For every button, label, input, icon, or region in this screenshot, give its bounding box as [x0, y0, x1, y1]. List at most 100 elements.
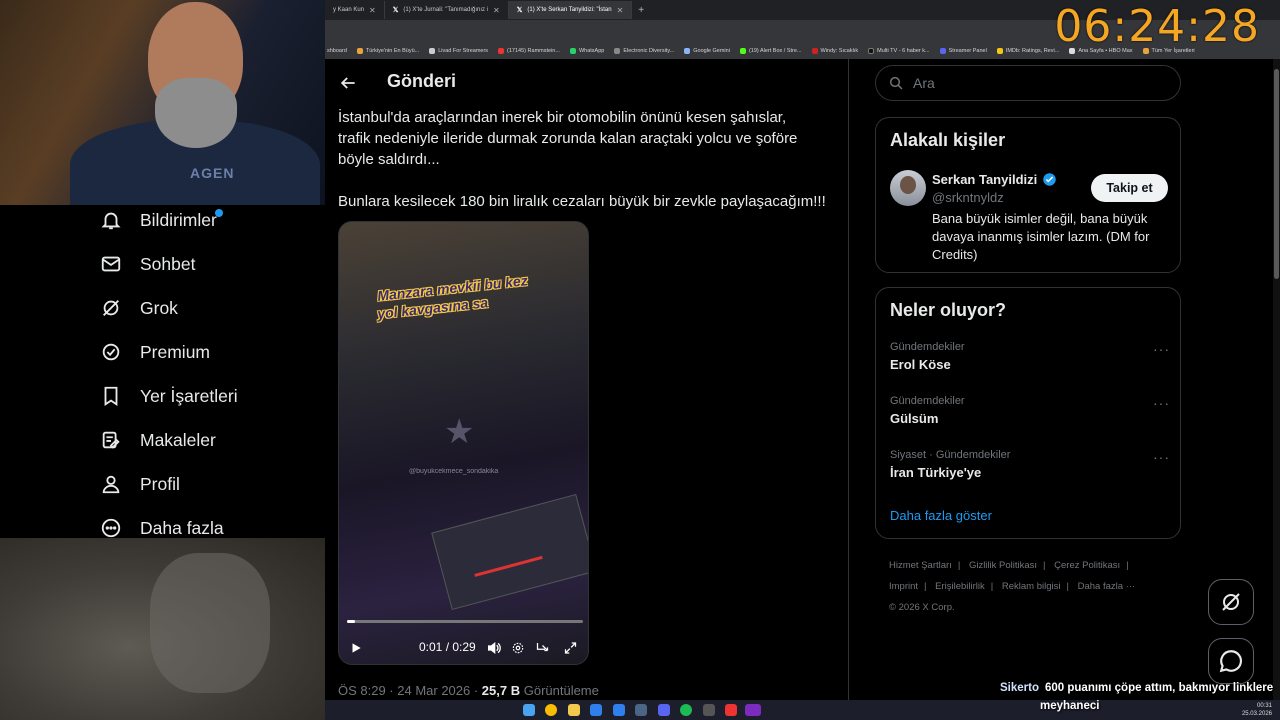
more-options-icon[interactable]: ···: [1153, 341, 1170, 357]
follow-button[interactable]: Takip et: [1091, 174, 1168, 202]
footer-link[interactable]: Gizlilik Politikası: [969, 560, 1037, 571]
bookmark-label: WhatsApp: [578, 47, 605, 54]
nav-item-grok[interactable]: Grok: [100, 293, 178, 323]
discord-icon[interactable]: [658, 704, 670, 716]
close-tab-icon[interactable]: ✕: [617, 6, 624, 15]
footer-link[interactable]: Imprint: [889, 581, 918, 592]
taskbar-date: 25.03.2026: [1241, 711, 1272, 717]
bookmark[interactable]: Windy: Sıcaklık: [811, 47, 858, 54]
bookmark[interactable]: IMDb: Ratings, Revi...: [996, 47, 1059, 54]
bookmark-label: shboard: [327, 47, 347, 54]
volume-icon[interactable]: [486, 638, 502, 658]
secondary-webcam-overlay: [0, 538, 325, 720]
messages-fab-button[interactable]: [1208, 638, 1254, 684]
bookmark-label: Electronic Diversity...: [623, 47, 675, 54]
browser-tab-active[interactable]: 𝕏 (1) X'te Serkan Tanyildizi: "İstan ✕: [508, 1, 633, 19]
more-options-icon[interactable]: ···: [1153, 395, 1170, 411]
post-text-line: İstanbul'da araçlarından inerek bir otom…: [338, 109, 787, 126]
app-icon[interactable]: [725, 704, 737, 716]
bookmark[interactable]: Türkiye'nin En Büyü...: [356, 47, 419, 54]
play-icon[interactable]: [349, 638, 363, 658]
nav-item-chat[interactable]: Sohbet: [100, 249, 195, 279]
chat-text: 600 puanımı çöpe attım, bakmıyor linkler…: [1045, 682, 1274, 694]
avatar[interactable]: [890, 170, 926, 206]
video-progress-bar[interactable]: [347, 620, 583, 623]
webcam-shirt-text: AGEN: [190, 165, 235, 181]
app-icon[interactable]: [590, 704, 602, 716]
show-more-link[interactable]: Daha fazla göster: [890, 508, 992, 523]
app-icon[interactable]: [613, 704, 625, 716]
footer-link[interactable]: Daha fazla ···: [1078, 581, 1136, 592]
footer-link[interactable]: Erişilebilirlik: [935, 581, 985, 592]
profile-icon: [102, 475, 120, 494]
page-scrollbar[interactable]: [1273, 59, 1280, 720]
trend-item[interactable]: Gündemdekiler Gülsüm ···: [890, 395, 1170, 426]
footer-link[interactable]: Çerez Politikası: [1054, 560, 1120, 571]
verified-badge-icon: [1043, 173, 1056, 186]
nav-item-articles[interactable]: Makaleler: [100, 425, 216, 455]
post-text-line: trafik nedeniyle ileride durmak zorunda …: [338, 130, 798, 147]
post-timestamp[interactable]: ÖS 8:29 · 24 Mar 2026 ·: [338, 683, 482, 698]
bookmark[interactable]: Electronic Diversity...: [614, 47, 675, 54]
user-name[interactable]: Serkan Tanyildizi: [932, 172, 1037, 187]
chat-username: Sikerto: [1000, 682, 1039, 694]
bookmark[interactable]: (19) Alert Box / Stre...: [739, 47, 802, 54]
nav-item-profile[interactable]: Profil: [100, 469, 180, 499]
bookmark[interactable]: shboard: [327, 48, 347, 54]
post-column: Gönderi İstanbul'da araçlarından inerek …: [325, 59, 849, 720]
nav-item-notifications[interactable]: Bildirimler: [100, 205, 223, 235]
nav-label: Yer İşaretleri: [140, 385, 238, 406]
close-tab-icon[interactable]: ✕: [369, 6, 376, 15]
folder-icon[interactable]: [568, 704, 580, 716]
stream-chat-line: meyhaneci: [1040, 700, 1100, 712]
stream-clock: 06:24:28: [1054, 1, 1260, 52]
video-player[interactable]: Manzara mevkii bu kez yol kavgasına sa ★…: [338, 221, 589, 665]
user-handle: @srkntnyldz: [932, 190, 1004, 205]
browser-tab[interactable]: y Kaan Kun ✕: [325, 1, 385, 19]
user-bio: Bana büyük isimler değil, bana büyük dav…: [932, 211, 1150, 262]
more-options-icon[interactable]: ···: [1153, 449, 1170, 465]
spotify-icon[interactable]: [680, 704, 692, 716]
footer-separator: |: [924, 581, 927, 592]
more-icon: [101, 518, 121, 538]
settings-gear-icon[interactable]: [511, 638, 525, 658]
webcam-blanket: [150, 553, 270, 693]
nav-item-premium[interactable]: Premium: [100, 337, 210, 367]
bookmark[interactable]: Streamer Panel: [939, 47, 987, 54]
mail-icon: [101, 256, 121, 272]
trend-topic: Erol Köse: [890, 357, 951, 372]
trend-category: Gündemdekiler: [890, 341, 965, 353]
bookmark[interactable]: (17145) Rammstein...: [498, 47, 560, 54]
new-tab-button[interactable]: +: [632, 5, 650, 16]
app-icon[interactable]: [635, 704, 647, 716]
webcam-person-beard: [155, 78, 237, 148]
scrollbar-thumb[interactable]: [1274, 69, 1279, 279]
back-arrow-icon[interactable]: [338, 73, 358, 93]
chat-bubble-icon: [1219, 650, 1243, 673]
trend-item[interactable]: Siyaset · Gündemdekiler İran Türkiye'ye …: [890, 449, 1170, 480]
chrome-icon[interactable]: [545, 704, 557, 716]
post-header: Gönderi: [325, 59, 848, 107]
nav-item-bookmarks[interactable]: Yer İşaretleri: [100, 381, 238, 411]
windows-start-icon[interactable]: [523, 704, 535, 716]
bookmark[interactable]: Multi TV - 6 haber k...: [868, 47, 930, 54]
taskbar-clock[interactable]: 00:31 25.03.2026: [1242, 702, 1272, 718]
steam-icon[interactable]: [703, 704, 715, 716]
trend-item[interactable]: Gündemdekiler Erol Köse ···: [890, 341, 1170, 372]
bookmark[interactable]: Google Gemini: [684, 47, 730, 54]
page-title: Gönderi: [387, 71, 457, 91]
browser-tab[interactable]: 𝕏 (1) X'te Jurnali: "Tanımadığınız i ✕: [385, 1, 509, 19]
bookmark[interactable]: Livad For Streamers: [429, 47, 488, 54]
close-tab-icon[interactable]: ✕: [493, 6, 500, 15]
footer-link[interactable]: Reklam bilgisi: [1002, 581, 1061, 592]
footer-link[interactable]: Hizmet Şartları: [889, 560, 952, 571]
post-text-line: Bunlara kesilecek 180 bin liralık cezala…: [338, 193, 826, 210]
search-input[interactable]: Ara: [875, 65, 1181, 101]
bookmark[interactable]: WhatsApp: [569, 47, 605, 54]
picture-in-picture-icon[interactable]: [535, 638, 550, 658]
tab-label: (1) X'te Jurnali: "Tanımadığınız i: [403, 7, 489, 13]
grok-fab-button[interactable]: [1208, 579, 1254, 625]
app-icon[interactable]: [745, 704, 761, 716]
bookmark-icon: [104, 386, 118, 406]
fullscreen-icon[interactable]: [563, 638, 578, 658]
